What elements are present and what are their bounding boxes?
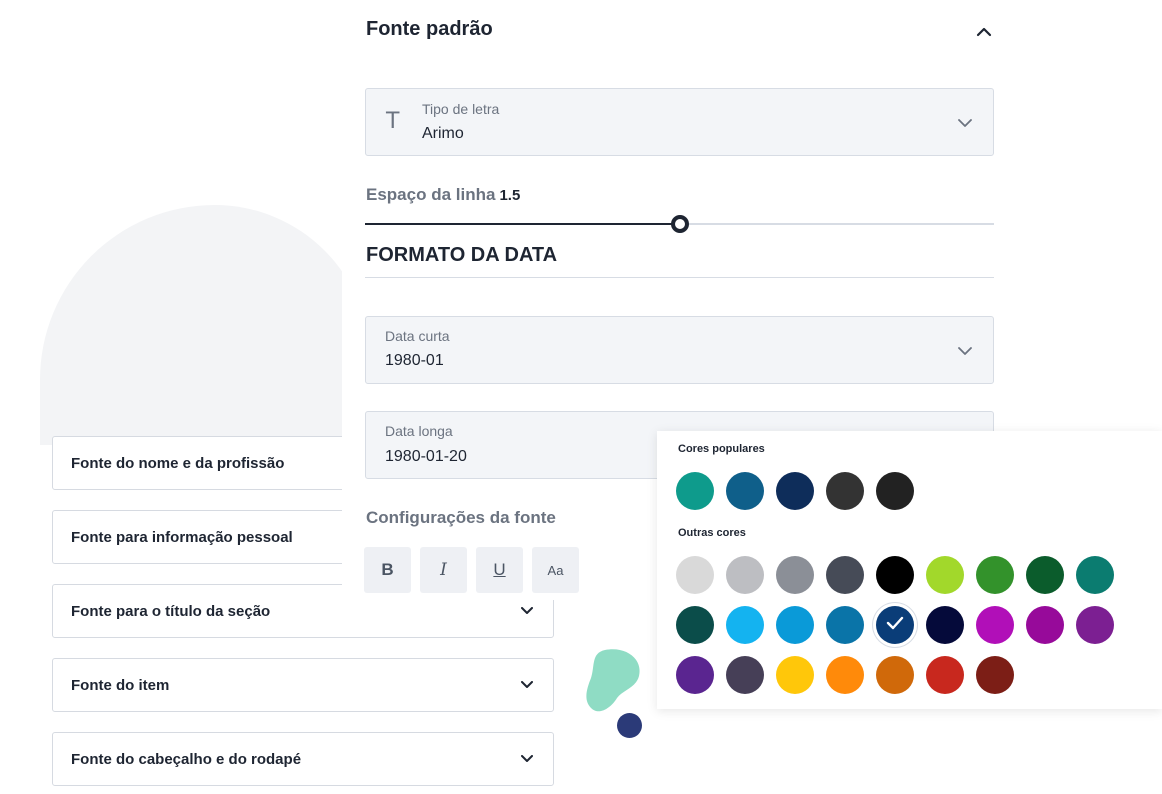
color-swatch[interactable] (826, 556, 864, 594)
color-swatch[interactable] (776, 472, 814, 510)
font-type-label: Tipo de letra (422, 101, 500, 117)
font-section-label: Fonte do item (71, 676, 170, 694)
color-swatch[interactable] (876, 556, 914, 594)
color-swatch[interactable] (1026, 556, 1064, 594)
color-swatch[interactable] (726, 656, 764, 694)
divider (365, 277, 994, 278)
color-swatch[interactable] (876, 606, 914, 644)
long-date-value: 1980-01-20 (385, 448, 467, 465)
color-swatch[interactable] (1076, 556, 1114, 594)
bold-button[interactable]: B (364, 547, 411, 593)
chevron-down-icon (519, 677, 535, 693)
line-spacing-slider-fill (365, 223, 680, 225)
color-swatch[interactable] (676, 606, 714, 644)
color-swatch[interactable] (926, 606, 964, 644)
color-swatch[interactable] (676, 472, 714, 510)
color-swatch[interactable] (876, 656, 914, 694)
color-swatch[interactable] (926, 556, 964, 594)
color-picker-popover: Cores populares Outras cores (657, 431, 1162, 709)
font-type-select[interactable]: T Tipo de letra Arimo (365, 88, 994, 156)
chevron-down-icon (519, 751, 535, 767)
line-spacing-slider-thumb[interactable] (671, 215, 689, 233)
font-section-label: Fonte do nome e da profissão (71, 454, 285, 472)
line-spacing-text: Espaço da linha (366, 185, 496, 204)
line-spacing-label: Espaço da linha 1.5 (366, 185, 520, 205)
italic-button[interactable]: I (420, 547, 467, 593)
color-swatch[interactable] (926, 656, 964, 694)
color-swatch[interactable] (726, 472, 764, 510)
check-icon (886, 616, 904, 635)
color-swatch[interactable] (1076, 606, 1114, 644)
decorative-dot (617, 713, 642, 738)
line-spacing-value: 1.5 (499, 187, 521, 204)
color-swatch[interactable] (976, 556, 1014, 594)
color-swatch[interactable] (876, 472, 914, 510)
font-section-item[interactable]: Fonte do cabeçalho e do rodapé (52, 732, 554, 786)
color-swatch[interactable] (726, 606, 764, 644)
other-colors-title: Outras cores (678, 527, 746, 539)
background-shape (40, 205, 370, 445)
color-swatch[interactable] (976, 606, 1014, 644)
chevron-down-icon (955, 341, 975, 361)
font-type-icon: T (386, 109, 400, 134)
color-swatch[interactable] (776, 656, 814, 694)
color-swatch[interactable] (776, 606, 814, 644)
chevron-down-icon (519, 603, 535, 619)
chevron-down-icon (955, 113, 975, 133)
panel-title: Fonte padrão (366, 18, 493, 40)
font-case-button[interactable]: Aa (532, 547, 579, 593)
underline-button[interactable]: U (476, 547, 523, 593)
font-section-label: Fonte do cabeçalho e do rodapé (71, 750, 302, 768)
color-swatch[interactable] (726, 556, 764, 594)
color-swatch[interactable] (826, 656, 864, 694)
font-section-label: Fonte para o título da seção (71, 602, 271, 620)
color-swatch[interactable] (1026, 606, 1064, 644)
short-date-value: 1980-01 (385, 352, 444, 369)
popular-colors-title: Cores populares (678, 443, 765, 455)
color-swatch[interactable] (826, 472, 864, 510)
font-type-value: Arimo (422, 125, 464, 142)
long-date-label: Data longa (385, 423, 453, 439)
font-section-label: Fonte para informação pessoal (71, 528, 293, 546)
decorative-blob (586, 649, 640, 712)
color-swatch[interactable] (826, 606, 864, 644)
chevron-up-icon[interactable] (972, 20, 996, 44)
color-swatch[interactable] (676, 556, 714, 594)
short-date-select[interactable]: Data curta 1980-01 (365, 316, 994, 384)
font-settings-label: Configurações da fonte (366, 508, 556, 527)
date-format-heading: FORMATO DA DATA (366, 244, 558, 266)
color-swatch[interactable] (776, 556, 814, 594)
color-swatch[interactable] (676, 656, 714, 694)
font-section-item[interactable]: Fonte do item (52, 658, 554, 712)
short-date-label: Data curta (385, 328, 450, 344)
color-swatch[interactable] (976, 656, 1014, 694)
